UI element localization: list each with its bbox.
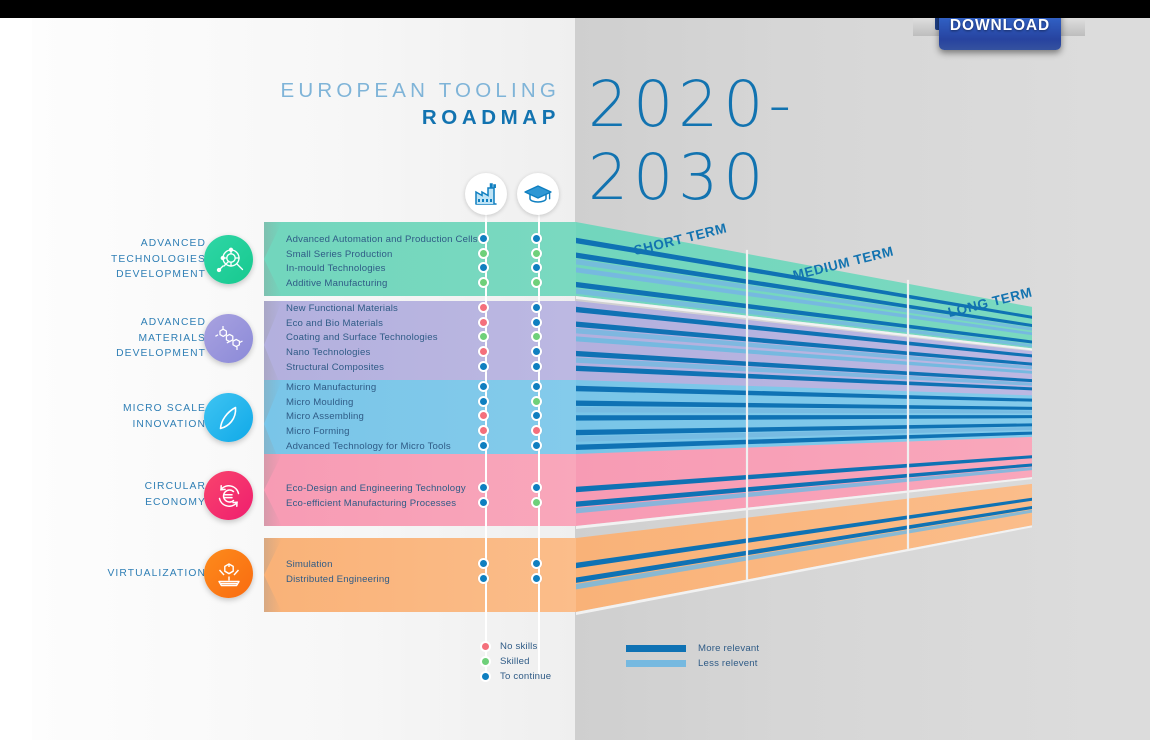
legend-relevance-item: Less relevent — [626, 658, 758, 669]
legend-relevance-label: More relevant — [698, 643, 760, 654]
skill-dot-academia — [531, 247, 543, 259]
skill-dot-academia — [531, 439, 543, 451]
item-label: Coating and Surface Technologies — [286, 332, 438, 344]
legend-status-label: To continue — [500, 670, 552, 682]
category-label-micro-scale-innovation: MICRO SCALE INNOVATION — [96, 401, 206, 432]
roadmap-infographic: Advanced Automation and Production Cells… — [0, 0, 1150, 740]
legend-status-item: Skilled — [480, 655, 530, 667]
skill-dot-industry — [478, 496, 490, 508]
category-label-line: CIRCULAR — [144, 481, 206, 492]
category-label-line: MICRO SCALE — [122, 403, 206, 414]
skill-dot-academia — [531, 360, 543, 372]
skill-dot-industry — [478, 316, 490, 328]
skill-dot-industry — [478, 395, 490, 407]
item-label: Additive Manufacturing — [286, 278, 388, 290]
item-label: In-mould Technologies — [286, 263, 386, 275]
item-label: Micro Assembling — [286, 411, 365, 423]
category-label-line: ADVANCED — [140, 317, 206, 328]
legend-status-dot — [480, 655, 491, 667]
legend-status-item: No skills — [480, 641, 538, 652]
category-label-line: MATERIALS — [138, 332, 206, 344]
category-label-advanced-technologies-development: ADVANCED TECHNOLOGIES DEVELOPMENT — [96, 236, 206, 283]
skill-dot-industry — [478, 247, 490, 259]
item-label: Eco-Design and Engineering Technology — [286, 483, 466, 494]
item-label: Micro Forming — [286, 426, 350, 438]
factory-icon — [465, 173, 507, 215]
skill-dot-industry — [478, 439, 490, 451]
item-label: Distributed Engineering — [286, 573, 390, 585]
item-label: Micro Manufacturing — [286, 382, 377, 393]
legend-status-item: To continue — [480, 670, 552, 682]
graduation-cap-icon — [517, 173, 559, 215]
category-label-virtualization: VIRTUALIZATION — [96, 566, 206, 582]
item-label: Structural Composites — [286, 361, 385, 373]
legend-status-dot — [480, 641, 491, 652]
skill-dot-academia — [531, 395, 543, 407]
virtualization-cube-icon — [204, 549, 253, 598]
legend-relevance-bar — [626, 660, 686, 667]
skill-dot-academia — [531, 572, 543, 584]
category-label-line: ECONOMY — [145, 496, 206, 508]
item-label: Eco and Bio Materials — [286, 317, 384, 329]
category-label-line: DEVELOPMENT — [116, 348, 206, 359]
browser-top-bar — [0, 0, 1150, 18]
legend-status-label: Skilled — [500, 655, 530, 667]
legend-status-label: No skills — [500, 641, 538, 652]
magnifier-network-icon — [204, 235, 253, 284]
euro-recycle-icon — [204, 471, 253, 520]
item-label: Advanced Technology for Micro Tools — [286, 440, 451, 452]
item-label: Micro Moulding — [286, 396, 354, 408]
category-label-line: INNOVATION — [132, 418, 206, 430]
item-label: New Functional Materials — [286, 303, 399, 314]
legend-status-dot — [480, 670, 491, 682]
item-label: Small Series Production — [286, 248, 393, 260]
category-label-line: VIRTUALIZATION — [107, 568, 206, 579]
legend-relevance-item: More relevant — [626, 643, 759, 654]
skill-dot-industry — [478, 360, 490, 372]
skill-dot-academia — [531, 496, 543, 508]
category-label-line: DEVELOPMENT — [116, 269, 206, 280]
year-range: 2020-2030 — [588, 68, 797, 214]
band-fill — [264, 301, 576, 389]
micro-needle-icon — [204, 393, 253, 442]
legend-relevance-label: Less relevent — [698, 658, 758, 669]
skill-dot-academia — [531, 316, 543, 328]
category-label-line: ADVANCED — [140, 238, 206, 249]
title-line-1: EUROPEAN TOOLING — [280, 79, 560, 102]
band-advanced-materials-development — [264, 301, 576, 389]
item-label: Eco-efficient Manufacturing Processes — [286, 497, 457, 509]
page-title: EUROPEAN TOOLING ROADMAP 2020-2030 — [250, 68, 910, 214]
category-label-circular-economy: CIRCULAR ECONOMY — [96, 479, 206, 510]
item-label: Advanced Automation and Production Cells — [286, 234, 478, 245]
item-label: Nano Technologies — [286, 347, 371, 359]
legend-relevance-bar — [626, 645, 686, 652]
category-label-advanced-materials-development: ADVANCED MATERIALS DEVELOPMENT — [96, 315, 206, 362]
title-line-2: ROADMAP — [421, 106, 560, 129]
category-label-line: TECHNOLOGIES — [110, 253, 206, 265]
item-label: Simulation — [286, 559, 333, 570]
molecule-icon — [204, 314, 253, 363]
skill-dot-industry — [478, 572, 490, 584]
